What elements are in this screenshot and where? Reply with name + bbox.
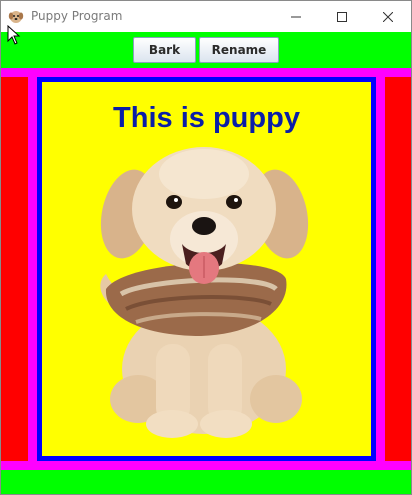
window-title: Puppy Program (31, 9, 123, 23)
maximize-icon (337, 11, 347, 22)
toolbar: Bark Rename (1, 32, 411, 68)
minimize-icon (291, 16, 301, 17)
right-side-bar (385, 77, 411, 461)
panel-title: This is puppy (113, 102, 300, 134)
left-side-bar (1, 77, 28, 461)
close-button[interactable] (365, 1, 411, 32)
rename-button[interactable]: Rename (199, 37, 279, 63)
puppy-panel: This is puppy (37, 77, 376, 461)
puppy-app-icon (8, 11, 24, 23)
title-bar[interactable]: Puppy Program (1, 1, 411, 32)
outer-border-right (376, 77, 385, 461)
close-icon (383, 11, 393, 22)
bark-button[interactable]: Bark (133, 37, 196, 63)
outer-border-bottom (1, 461, 411, 470)
bottom-bar (1, 470, 411, 494)
app-window: Puppy Program Bark Rename This is puppy (0, 0, 412, 495)
puppy-photo (100, 147, 309, 438)
mouse-cursor-icon (7, 25, 21, 45)
outer-border-left (28, 77, 37, 461)
minimize-button[interactable] (273, 1, 319, 32)
maximize-button[interactable] (319, 1, 365, 32)
outer-border-top (1, 68, 411, 77)
